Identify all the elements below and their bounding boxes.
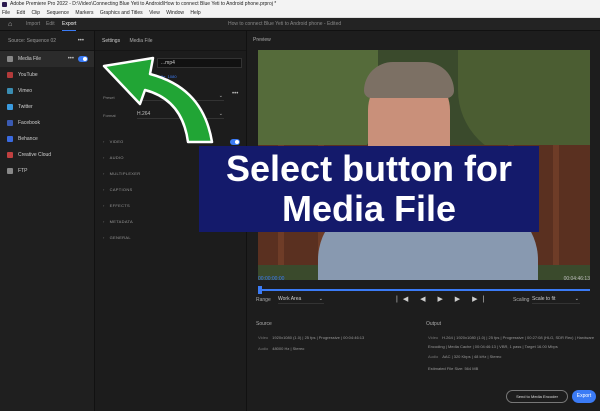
pointer-arrow-icon — [102, 56, 214, 144]
